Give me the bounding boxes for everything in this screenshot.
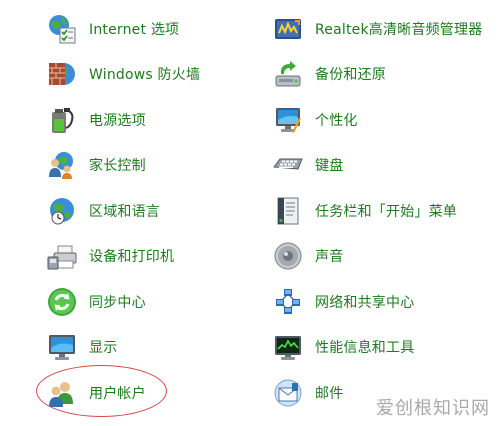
item-label: 网络和共享中心 [315, 294, 415, 311]
item-internet-options[interactable]: Internet 选项 [46, 6, 256, 52]
right-column: Realtek高清晰音频管理器 备份和还原 个性化 键盘 任务栏和「开始」菜单 … [272, 6, 497, 416]
item-region-language[interactable]: 区域和语言 [46, 188, 256, 234]
item-label: 区域和语言 [89, 203, 160, 220]
item-user-accounts[interactable]: 用户帐户 [46, 370, 256, 416]
item-label: 声音 [315, 249, 344, 266]
item-parental-controls[interactable]: 家长控制 [46, 143, 256, 189]
item-label: 性能信息和工具 [315, 340, 415, 357]
item-power-options[interactable]: 电源选项 [46, 97, 256, 143]
item-taskbar-start-menu[interactable]: 任务栏和「开始」菜单 [272, 188, 497, 234]
display-icon [49, 335, 75, 361]
item-display[interactable]: 显示 [46, 325, 256, 371]
item-label: 键盘 [315, 158, 344, 175]
item-label: 同步中心 [89, 294, 146, 311]
item-devices-printers[interactable]: 设备和打印机 [46, 234, 256, 280]
personalization-icon [276, 107, 301, 133]
item-label: 邮件 [315, 385, 344, 402]
item-label: Realtek高清晰音频管理器 [315, 21, 483, 38]
control-panel-items: Internet 选项 Windows 防火墙 电源选项 家长控制 区域和语言 … [0, 0, 500, 426]
user-accounts-icon [49, 381, 73, 407]
item-label: 电源选项 [89, 112, 146, 129]
item-backup-restore[interactable]: 备份和还原 [272, 52, 497, 98]
item-label: 备份和还原 [315, 67, 386, 84]
internet-options-icon [49, 14, 76, 44]
item-network-sharing-center[interactable]: 网络和共享中心 [272, 279, 497, 325]
item-label: Windows 防火墙 [89, 67, 201, 84]
item-realtek-audio-manager[interactable]: Realtek高清晰音频管理器 [272, 6, 497, 52]
devices-printers-icon [47, 245, 77, 270]
sync-center-icon [48, 287, 76, 316]
item-keyboard[interactable]: 键盘 [272, 143, 497, 189]
sound-icon [274, 242, 302, 270]
mail-icon [274, 379, 302, 407]
item-label: 显示 [89, 340, 118, 357]
item-sound[interactable]: 声音 [272, 234, 497, 280]
keyboard-icon [273, 158, 303, 170]
parental-controls-icon [49, 152, 73, 180]
firewall-icon [49, 63, 75, 86]
item-performance-tools[interactable]: 性能信息和工具 [272, 325, 497, 371]
watermark: 爱创根知识网 [376, 398, 490, 419]
realtek-audio-icon [275, 18, 301, 39]
performance-tools-icon [275, 336, 301, 361]
item-label: 用户帐户 [89, 385, 146, 402]
item-label: 个性化 [315, 112, 358, 129]
network-sharing-icon [276, 288, 300, 314]
backup-restore-icon [275, 61, 301, 87]
taskbar-start-menu-icon [277, 197, 299, 225]
item-label: 任务栏和「开始」菜单 [315, 203, 457, 220]
item-label: 家长控制 [89, 158, 146, 175]
item-sync-center[interactable]: 同步中心 [46, 279, 256, 325]
item-label: Internet 选项 [89, 21, 180, 38]
item-label: 设备和打印机 [89, 249, 175, 266]
item-personalization[interactable]: 个性化 [272, 97, 497, 143]
item-windows-firewall[interactable]: Windows 防火墙 [46, 52, 256, 98]
power-options-icon [52, 107, 74, 133]
region-language-icon [50, 197, 74, 225]
left-column: Internet 选项 Windows 防火墙 电源选项 家长控制 区域和语言 … [46, 6, 256, 416]
